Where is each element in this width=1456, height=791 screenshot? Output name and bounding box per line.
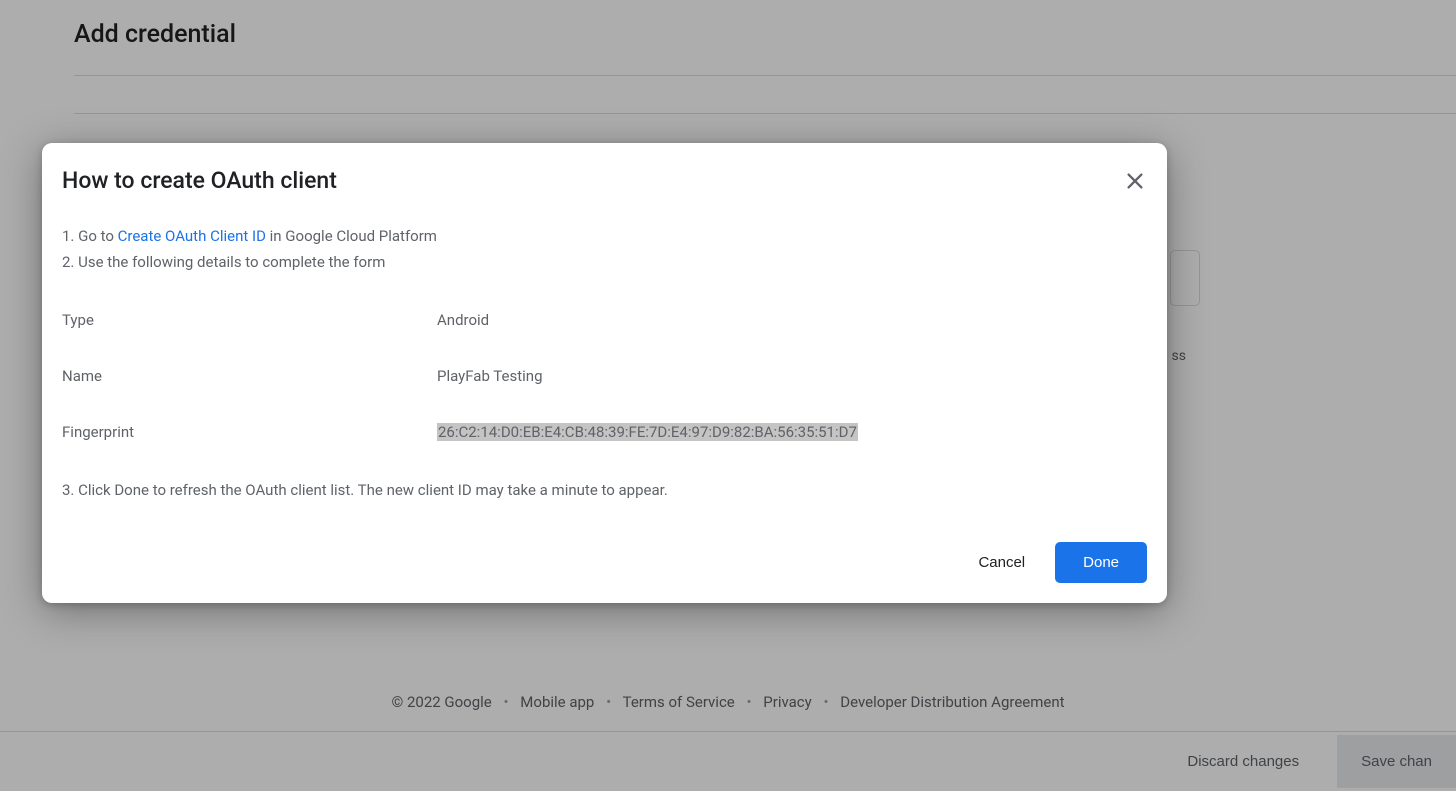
- type-value: Android: [437, 308, 489, 332]
- dialog-actions: Cancel Done: [62, 542, 1147, 583]
- detail-row-type: Type Android: [62, 308, 1147, 332]
- cancel-button[interactable]: Cancel: [960, 542, 1043, 583]
- done-button[interactable]: Done: [1055, 542, 1147, 583]
- create-oauth-link[interactable]: Create OAuth Client ID: [118, 227, 266, 245]
- step-1: 1. Go to Create OAuth Client ID in Googl…: [62, 224, 1147, 248]
- dialog-header: How to create OAuth client: [62, 167, 1147, 194]
- oauth-client-dialog: How to create OAuth client 1. Go to Crea…: [42, 143, 1167, 603]
- type-label: Type: [62, 308, 437, 332]
- fingerprint-label: Fingerprint: [62, 420, 437, 444]
- dialog-title: How to create OAuth client: [62, 167, 337, 194]
- detail-row-name: Name PlayFab Testing: [62, 364, 1147, 388]
- step-1-suffix: in Google Cloud Platform: [266, 227, 437, 245]
- detail-row-fingerprint: Fingerprint 26:C2:14:D0:EB:E4:CB:48:39:F…: [62, 420, 1147, 444]
- details-table: Type Android Name PlayFab Testing Finger…: [62, 308, 1147, 444]
- step-3: 3. Click Done to refresh the OAuth clien…: [62, 478, 1147, 502]
- step-1-prefix: 1. Go to: [62, 227, 118, 245]
- close-icon[interactable]: [1123, 169, 1147, 193]
- fingerprint-value: 26:C2:14:D0:EB:E4:CB:48:39:FE:7D:E4:97:D…: [437, 420, 858, 444]
- step-2: 2. Use the following details to complete…: [62, 250, 1147, 274]
- dialog-body: 1. Go to Create OAuth Client ID in Googl…: [62, 224, 1147, 502]
- fingerprint-highlighted-text[interactable]: 26:C2:14:D0:EB:E4:CB:48:39:FE:7D:E4:97:D…: [437, 423, 858, 441]
- name-label: Name: [62, 364, 437, 388]
- name-value: PlayFab Testing: [437, 364, 543, 388]
